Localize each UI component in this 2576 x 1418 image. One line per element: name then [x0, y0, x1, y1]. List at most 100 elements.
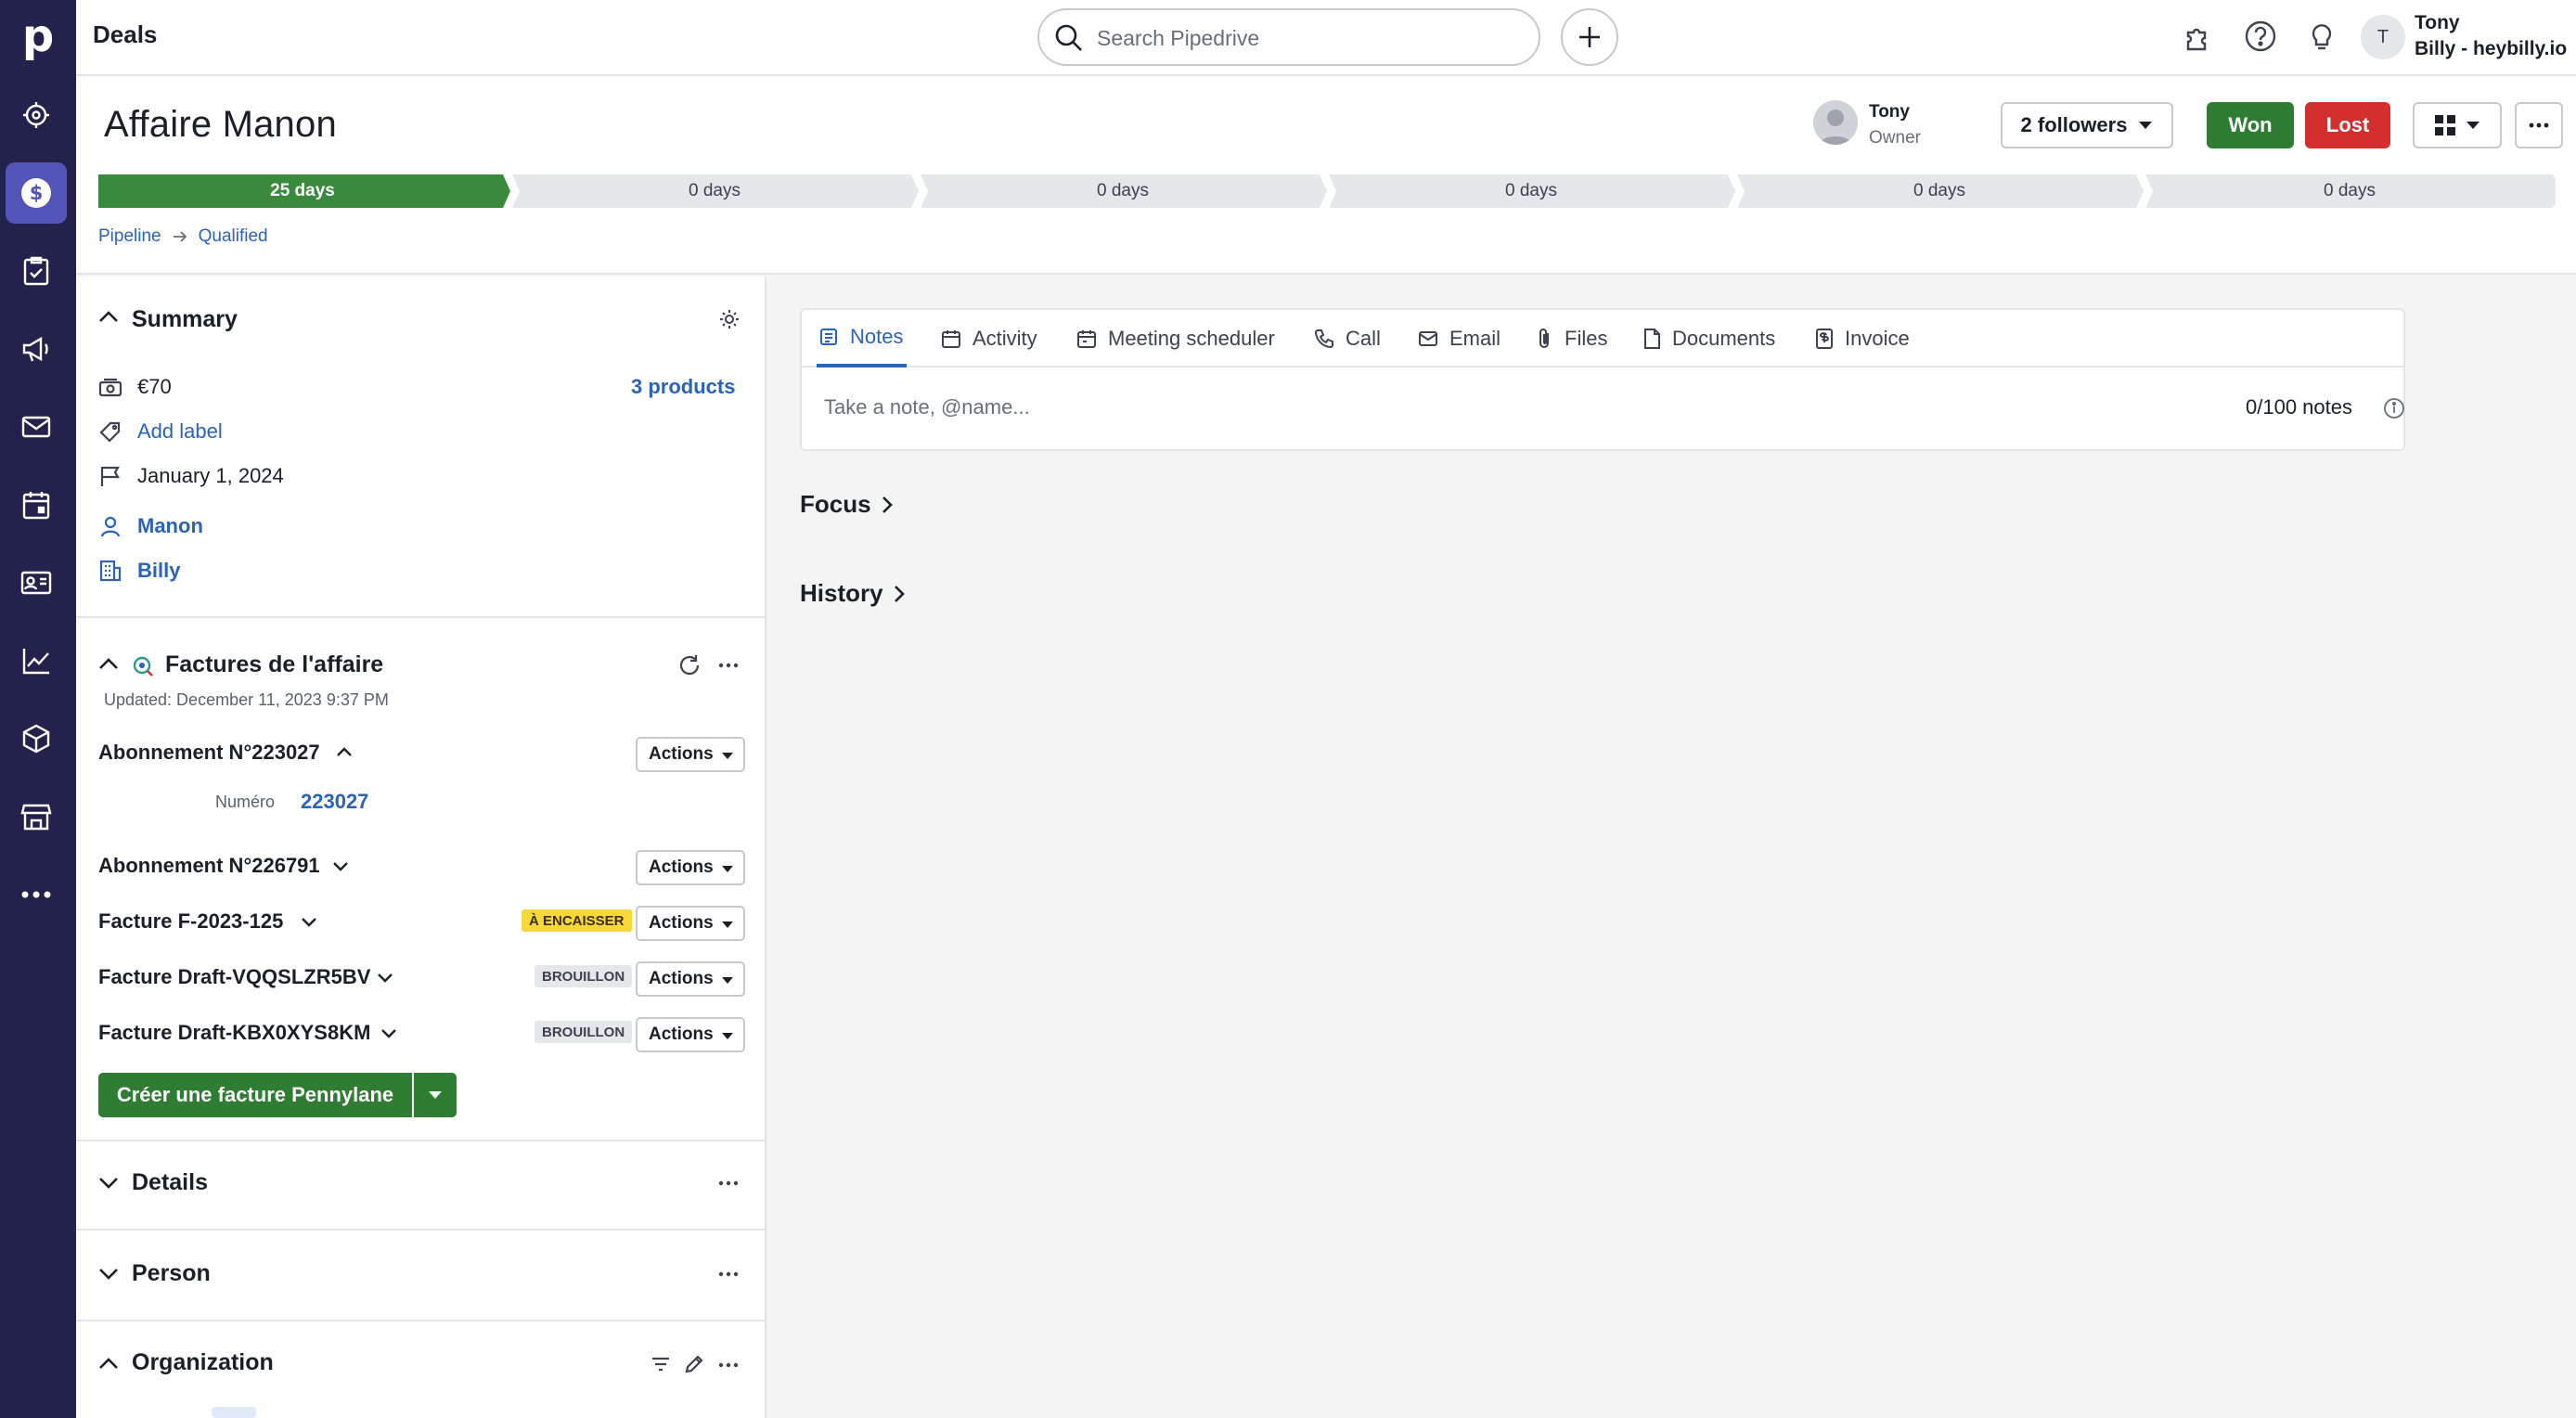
person-link[interactable]: Manon	[137, 514, 203, 538]
add-label-link[interactable]: Add label	[137, 419, 223, 444]
more-icon[interactable]	[718, 1271, 739, 1277]
followers-button[interactable]: 2 followers	[2001, 102, 2173, 148]
note-input[interactable]: Take a note, @name...	[824, 395, 1030, 419]
create-invoice-button[interactable]: Créer une facture Pennylane	[98, 1073, 412, 1117]
tab-label: Invoice	[1845, 327, 1910, 350]
more-icon[interactable]	[718, 1180, 739, 1186]
tab-files[interactable]: Files	[1535, 310, 1607, 367]
invoice-actions-button[interactable]: Actions	[636, 850, 745, 885]
extensions-icon[interactable]	[2183, 19, 2216, 53]
info-icon[interactable]	[2383, 397, 2405, 419]
deal-value[interactable]: €70	[137, 375, 172, 399]
collapse-chevron-icon[interactable]	[98, 1357, 119, 1370]
invoice-title[interactable]: Facture F-2023-125	[98, 909, 283, 934]
tab-meeting-scheduler[interactable]: Meeting scheduler	[1076, 310, 1275, 367]
status-badge: BROUILLON	[535, 965, 633, 987]
nav-leads-icon[interactable]	[6, 84, 67, 146]
tab-documents[interactable]: Documents	[1642, 310, 1775, 367]
deal-title[interactable]: Affaire Manon	[104, 104, 337, 146]
collapse-chevron-icon[interactable]	[98, 310, 119, 323]
tab-activity[interactable]: Activity	[941, 310, 1037, 367]
tab-label: Documents	[1672, 327, 1776, 350]
invoice-title[interactable]: Abonnement N°223027	[98, 741, 320, 765]
tab-notes[interactable]: Notes	[817, 310, 908, 367]
quick-add-button[interactable]	[1561, 8, 1618, 66]
nav-activities-icon[interactable]	[6, 474, 67, 535]
person-section-title[interactable]: Person	[132, 1260, 211, 1287]
paperclip-icon	[1539, 329, 1549, 348]
nav-marketplace-icon[interactable]	[6, 786, 67, 847]
details-title[interactable]: Details	[132, 1169, 208, 1196]
collapse-chevron-icon[interactable]	[98, 657, 119, 670]
stage-5[interactable]: 0 days	[1737, 174, 2142, 208]
tab-label: Notes	[850, 325, 904, 348]
nav-products-icon[interactable]	[6, 708, 67, 769]
refresh-icon[interactable]	[677, 653, 702, 677]
chevron-down-icon	[429, 1091, 442, 1099]
breadcrumb-stage[interactable]: Qualified	[199, 226, 268, 247]
invoice-icon	[1816, 329, 1833, 349]
document-icon	[1644, 329, 1660, 349]
products-link[interactable]: 3 products	[631, 375, 735, 399]
view-switcher-button[interactable]	[2413, 102, 2502, 148]
nav-projects-icon[interactable]	[6, 240, 67, 302]
chevron-down-icon[interactable]	[332, 861, 349, 872]
more-actions-button[interactable]	[2515, 102, 2563, 148]
organization-link[interactable]: Billy	[137, 559, 180, 583]
tab-email[interactable]: Email	[1418, 310, 1501, 367]
help-icon[interactable]	[2244, 19, 2277, 53]
invoice-title[interactable]: Abonnement N°226791	[98, 854, 320, 878]
nav-deals-icon[interactable]: $	[6, 162, 67, 224]
tab-call[interactable]: Call	[1314, 310, 1381, 367]
stage-2[interactable]: 0 days	[512, 174, 917, 208]
history-section-toggle[interactable]: History	[800, 579, 906, 608]
stage-3[interactable]: 0 days	[921, 174, 1325, 208]
chevron-down-icon	[722, 922, 733, 928]
stage-4[interactable]: 0 days	[1329, 174, 1733, 208]
tab-label: Call	[1346, 327, 1381, 350]
chevron-right-icon	[882, 496, 893, 513]
owner-avatar[interactable]	[1813, 100, 1858, 145]
search-input[interactable]: Search Pipedrive	[1037, 8, 1540, 66]
invoice-actions-button[interactable]: Actions	[636, 737, 745, 772]
pipedrive-logo[interactable]: p	[0, 0, 76, 72]
nav-campaigns-icon[interactable]	[6, 318, 67, 380]
nav-mail-icon[interactable]	[6, 396, 67, 458]
numero-value[interactable]: 223027	[301, 790, 368, 814]
invoice-title[interactable]: Facture Draft-KBX0XYS8KM	[98, 1021, 370, 1045]
edit-pencil-icon[interactable]	[683, 1353, 705, 1375]
user-avatar[interactable]: T	[2361, 15, 2405, 59]
won-button[interactable]: Won	[2207, 102, 2294, 148]
invoice-actions-button[interactable]: Actions	[636, 961, 745, 997]
expand-chevron-icon[interactable]	[98, 1268, 119, 1281]
more-icon[interactable]	[718, 663, 739, 668]
invoice-actions-button[interactable]: Actions	[636, 906, 745, 941]
tab-invoice[interactable]: Invoice	[1815, 310, 1910, 367]
lost-button[interactable]: Lost	[2305, 102, 2390, 148]
stage-6[interactable]: 0 days	[2145, 174, 2554, 208]
user-company[interactable]: Billy - heybilly.io	[2415, 38, 2567, 60]
expand-chevron-icon[interactable]	[98, 1177, 119, 1190]
chevron-down-icon[interactable]	[301, 917, 317, 928]
filter-icon[interactable]	[650, 1353, 672, 1375]
create-invoice-dropdown[interactable]	[414, 1073, 457, 1117]
stage-1[interactable]: 25 days	[98, 174, 507, 208]
invoice-title[interactable]: Facture Draft-VQQSLZR5BV	[98, 965, 370, 989]
close-date[interactable]: January 1, 2024	[137, 464, 284, 488]
owner-name[interactable]: Tony	[1869, 102, 1910, 122]
invoice-actions-button[interactable]: Actions	[636, 1017, 745, 1052]
tips-lightbulb-icon[interactable]	[2305, 19, 2338, 53]
search-icon	[1054, 23, 1084, 53]
nav-insights-icon[interactable]	[6, 630, 67, 691]
more-icon[interactable]	[718, 1362, 739, 1368]
chevron-down-icon[interactable]	[380, 1028, 397, 1039]
nav-more-icon[interactable]	[6, 864, 67, 925]
nav-contacts-icon[interactable]	[6, 552, 67, 613]
focus-section-toggle[interactable]: Focus	[800, 490, 894, 519]
chevron-up-icon[interactable]	[336, 746, 353, 757]
user-name[interactable]: Tony	[2415, 12, 2460, 34]
chevron-down-icon[interactable]	[377, 973, 393, 984]
organization-section-title[interactable]: Organization	[132, 1349, 274, 1376]
breadcrumb-pipeline[interactable]: Pipeline	[98, 226, 161, 247]
gear-icon[interactable]	[718, 308, 741, 330]
